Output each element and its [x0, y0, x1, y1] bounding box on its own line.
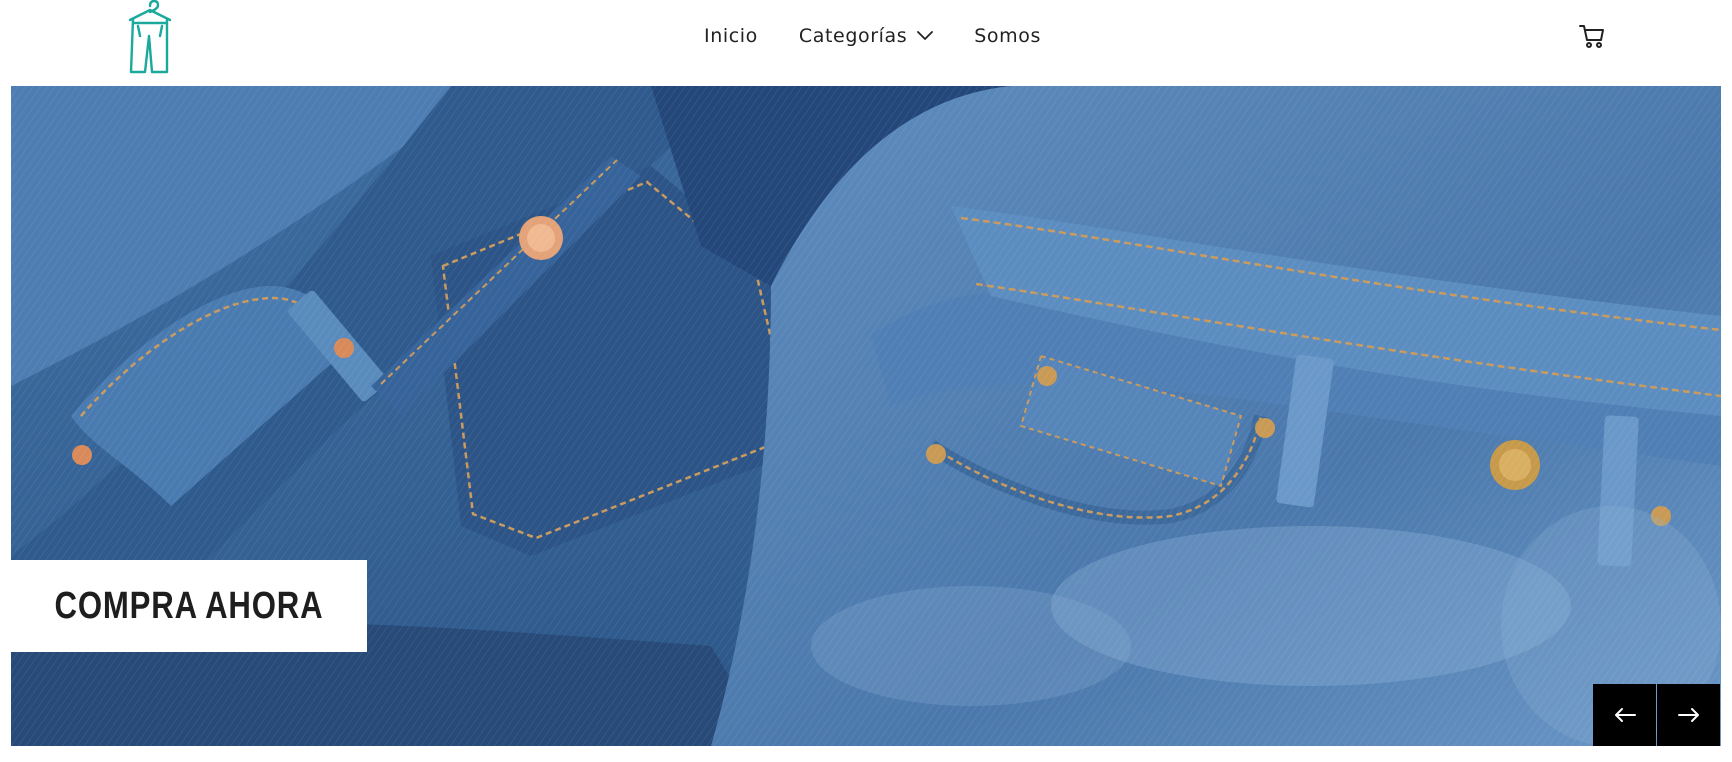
nav-item-categorias[interactable]: Categorías	[798, 25, 934, 47]
logo[interactable]	[126, 0, 174, 76]
slider-next-button[interactable]	[1657, 684, 1720, 746]
hero-slider: COMPRA AHORA	[11, 86, 1721, 746]
shopping-cart-icon	[1579, 25, 1604, 48]
site-header: Inicio Categorías Somos	[0, 0, 1732, 85]
page: Inicio Categorías Somos COMPRA AHORA	[0, 0, 1732, 762]
nav-item-label: Somos	[974, 25, 1041, 47]
hanging-pants-icon	[128, 0, 172, 74]
nav-item-inicio[interactable]: Inicio	[704, 25, 758, 47]
slider-prev-button[interactable]	[1593, 684, 1656, 746]
chevron-down-icon	[917, 31, 934, 40]
shop-now-button[interactable]: COMPRA AHORA	[11, 560, 367, 652]
main-nav: Inicio Categorías Somos	[704, 22, 1041, 50]
arrow-left-icon	[1614, 708, 1636, 722]
nav-item-somos[interactable]: Somos	[974, 25, 1041, 47]
nav-item-label: Categorías	[798, 25, 908, 47]
arrow-right-icon	[1677, 708, 1699, 722]
shop-now-label: COMPRA AHORA	[54, 584, 324, 627]
cart-button[interactable]	[1578, 22, 1606, 50]
nav-item-label: Inicio	[704, 25, 758, 47]
